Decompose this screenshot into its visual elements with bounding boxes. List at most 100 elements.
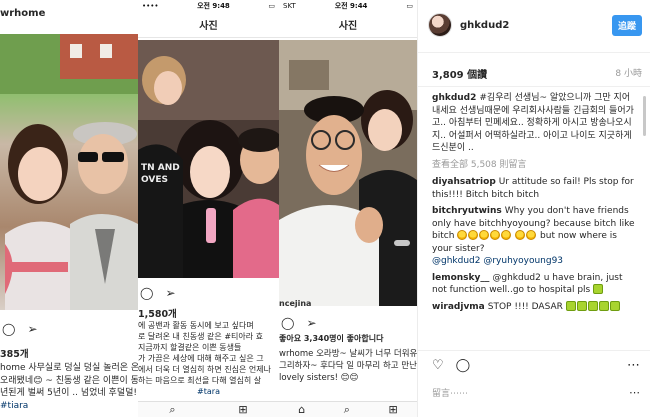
comment-username[interactable]: lemonsky__ — [432, 273, 489, 283]
add-post-icon[interactable]: ⊞ — [238, 403, 247, 416]
green-emoji-icon — [576, 300, 587, 311]
battery-icon: ▭ — [268, 1, 275, 10]
caption-line: 에 공밴과 활동 동시에 보고 싶다며 — [138, 321, 254, 330]
post-photo[interactable]: TN AND OVES — [138, 40, 279, 278]
caption-line: 가 가끔은 세상에 대해 해주고 싶은 그 — [138, 354, 264, 363]
caption-line: lovely sisters! 😊😊 — [279, 373, 359, 383]
green-emoji-icon — [565, 300, 576, 311]
list-item: lemonsky__ @ghkdud2 u have brain, just no… — [432, 272, 637, 297]
post-header: ghkdud2 追蹤 — [428, 10, 642, 40]
page-title: 사진 — [279, 11, 417, 38]
post-time: 8 小時 — [615, 69, 642, 79]
caption-line: 지금까지 할결같은 이쁜 동생들 — [138, 343, 242, 352]
svg-text:TN AND: TN AND — [141, 163, 180, 173]
post-caption: wrhome 오라방~ 날씨가 너무 더워유~ 🐷 그리하자~ 후다닥 일 마무… — [279, 348, 417, 384]
comment-input-row: 留言⋯⋯ ⋯ — [432, 386, 640, 399]
more-icon[interactable]: ⋯ — [629, 386, 640, 399]
caption-line: wrhome 오라방~ 날씨가 너무 더워유~ 🐷 — [279, 349, 417, 359]
bottom-tab-bar: ⌕ ⊞ — [138, 401, 279, 417]
share-icon[interactable]: ➢ — [27, 322, 37, 336]
search-icon[interactable]: ⌕ — [169, 403, 175, 417]
green-emoji-icon — [598, 300, 609, 311]
laughing-emoji-icon — [501, 230, 512, 240]
comment-username[interactable]: bitchryutwins — [432, 206, 502, 216]
post-actions: ◯ ➢ — [281, 316, 317, 330]
likes-row: 3,809 個讚 8 小時 — [432, 66, 642, 81]
list-item: bitchryutwins Why you don't have friends … — [432, 205, 637, 268]
post-photo[interactable] — [279, 40, 417, 306]
comment-icon[interactable]: ◯ — [281, 316, 294, 330]
hashtag-link[interactable]: #tara — [138, 386, 279, 397]
green-emoji-icon — [609, 300, 620, 311]
green-emoji-icon — [587, 300, 598, 311]
post-username-line: ncejina — [279, 298, 417, 311]
post-caption: home 사무실로 덩실 덩실 놀러온 온조 오래됐네😊 ~ 친동생 같은 이쁜… — [0, 362, 138, 412]
avatar[interactable] — [428, 13, 452, 37]
post-username[interactable]: ghkdud2 — [460, 20, 612, 31]
hashtag-link[interactable]: #tiara — [0, 400, 138, 413]
add-post-icon[interactable]: ⊞ — [388, 403, 397, 416]
comment-icon[interactable]: ◯ — [456, 358, 471, 373]
heart-icon[interactable]: ♡ — [432, 358, 444, 373]
likes-count[interactable]: 3,809 個讚 — [432, 66, 487, 81]
share-icon[interactable]: ➢ — [306, 316, 316, 330]
post-likes: 좋아요 3,340명이 좋아합니다 — [279, 334, 384, 343]
comment-text: STOP !!!! DASAR — [487, 301, 563, 312]
caption-line: 에서 더욱 더 열심히 하면 진심은 언제나 — [138, 365, 272, 374]
status-bar: •••• 오전 9:48 ▭ — [138, 0, 279, 11]
signal-icon: •••• — [142, 1, 159, 10]
divider — [418, 350, 650, 351]
share-icon[interactable]: ➢ — [165, 286, 175, 300]
comments-list: ghkdud2 #김우리 선생님~ 알았으니까 그만 지어내세요 선생님때문에 우… — [432, 92, 637, 317]
caption-line: 로 달려온 내 친동생 같은 #티아라 효 — [138, 332, 263, 341]
comment-username[interactable]: ghkdud2 — [432, 93, 476, 103]
follow-button[interactable]: 追蹤 — [611, 14, 642, 36]
laughing-emoji-icon — [479, 230, 490, 240]
laughing-emoji-icon — [490, 230, 501, 240]
list-item: diyahsatriop Ur attitude so fail! Pls sto… — [432, 176, 637, 201]
post-actions: ◯ ➢ — [140, 286, 176, 300]
caption-line: 년된게 벌써 5년이 .. 넘었네 후덜덜!! 공 — [0, 388, 138, 398]
scrollbar[interactable] — [643, 96, 646, 136]
home-icon[interactable]: ⌂ — [298, 403, 305, 416]
comment-username[interactable]: diyahsatriop — [432, 177, 496, 187]
comment-icon[interactable]: ◯ — [2, 322, 15, 336]
post-detail-panel: ghkdud2 追蹤 3,809 個讚 8 小時 ghkdud2 #김우리 선생님… — [417, 0, 650, 417]
caption-line: 그리하자~ 후다닥 일 마무리 하고 만난 — [279, 361, 417, 371]
laughing-emoji-icon — [526, 230, 537, 240]
comment-mentions[interactable]: @ghkdud2 @ryuhyoyoung93 — [432, 256, 563, 266]
laughing-emoji-icon — [515, 230, 526, 240]
tagged-user-fragment[interactable]: ncejina — [279, 299, 311, 308]
status-carrier: SKT — [283, 1, 296, 10]
bottom-tab-bar: ⌂ ⌕ ⊞ — [279, 401, 417, 417]
caption-line: 오래됐네😊 ~ 친동생 같은 이쁜이 동생 — [0, 375, 138, 386]
post-photo[interactable] — [0, 34, 138, 310]
svg-text:OVES: OVES — [141, 175, 168, 185]
green-emoji-icon — [593, 284, 604, 294]
post-caption: 에 공밴과 활동 동시에 보고 싶다며 로 달려온 내 친동생 같은 #티아라 … — [138, 320, 279, 397]
comment-input[interactable]: 留言⋯⋯ — [432, 386, 468, 399]
comment-icon[interactable]: ◯ — [140, 286, 153, 300]
laughing-emoji-icon — [457, 230, 468, 240]
caption-comment: ghkdud2 #김우리 선생님~ 알았으니까 그만 지어내세요 선생님때문에 우… — [432, 92, 637, 155]
post-likes: 1,580개 — [138, 309, 177, 320]
laughing-emoji-icon — [468, 230, 479, 240]
caption-line: home 사무실로 덩실 덩실 놀러온 온조 — [0, 363, 138, 373]
caption-line: 하는 마음으로 최선을 다해 열심히 살 — [138, 376, 262, 385]
search-icon[interactable]: ⌕ — [344, 403, 350, 417]
more-options-icon[interactable]: ⋯ — [627, 358, 640, 373]
list-item: wiradjvma STOP !!!! DASAR — [432, 300, 637, 314]
post-panel-2: •••• 오전 9:48 ▭ 사진 TN AND OVES ◯ ➢ 1,580개… — [138, 0, 279, 417]
post-username[interactable]: wrhome — [0, 8, 45, 19]
post-panel-1: wrhome ◯ ➢ 385개 home 사무실로 덩실 덩실 놀러온 온조 오… — [0, 0, 138, 417]
divider — [418, 86, 650, 87]
page-title: 사진 — [138, 11, 279, 38]
view-all-comments-link[interactable]: 查看全部 5,508 則留言 — [432, 159, 637, 172]
post-actions: ♡ ◯ ⋯ — [432, 358, 640, 373]
status-time: 오전 9:48 — [197, 1, 230, 10]
comment-username[interactable]: wiradjvma — [432, 302, 485, 312]
post-panel-3: SKT 오전 9:44 ▭ 사진 ◯ ➢ ncejina 좋아요 3,340명이… — [279, 0, 417, 417]
battery-icon: ▭ — [406, 1, 413, 10]
post-actions: ◯ ➢ — [2, 322, 38, 336]
status-time: 오전 9:44 — [334, 1, 368, 10]
